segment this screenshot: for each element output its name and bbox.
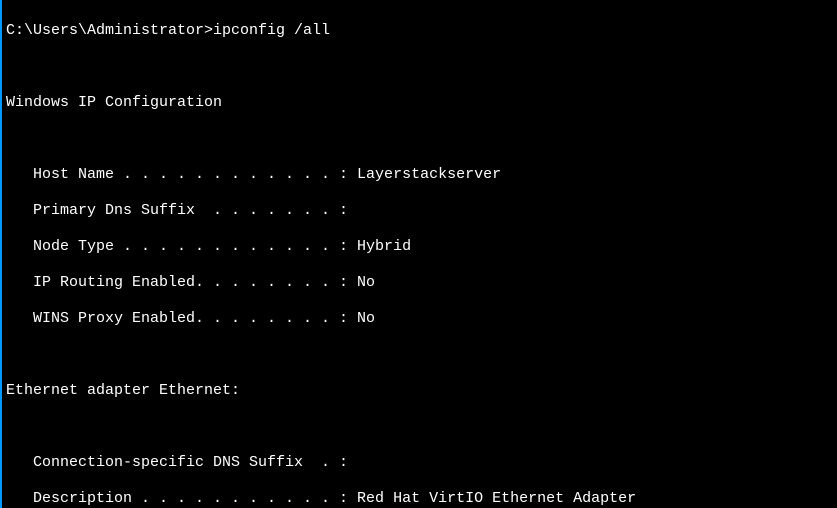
field-connection-suffix: Connection-specific DNS Suffix . : <box>6 454 726 472</box>
field-host-name: Host Name . . . . . . . . . . . . : Laye… <box>6 166 726 184</box>
section-header: Windows IP Configuration <box>6 94 726 112</box>
blank-line <box>6 58 726 76</box>
field-node-type: Node Type . . . . . . . . . . . . : Hybr… <box>6 238 726 256</box>
blank-line <box>6 130 726 148</box>
field-primary-dns-suffix: Primary Dns Suffix . . . . . . . : <box>6 202 726 220</box>
terminal-output[interactable]: C:\Users\Administrator>ipconfig /all Win… <box>2 0 730 508</box>
field-description: Description . . . . . . . . . . . : Red … <box>6 490 726 508</box>
blank-line <box>6 418 726 436</box>
section-header: Ethernet adapter Ethernet: <box>6 382 726 400</box>
field-ip-routing: IP Routing Enabled. . . . . . . . : No <box>6 274 726 292</box>
blank-line <box>6 346 726 364</box>
field-wins-proxy: WINS Proxy Enabled. . . . . . . . : No <box>6 310 726 328</box>
command-prompt-line: C:\Users\Administrator>ipconfig /all <box>6 22 726 40</box>
